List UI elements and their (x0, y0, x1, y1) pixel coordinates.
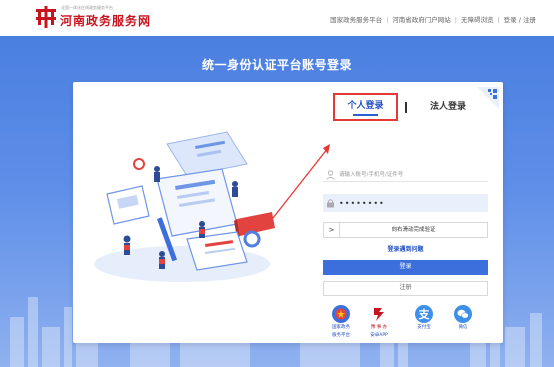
register-button[interactable]: 注册 (323, 281, 488, 296)
svg-text:支: 支 (418, 307, 431, 321)
alt-login-label: 豫 事 办 (370, 325, 388, 330)
slide-verification[interactable]: > 向右滑动完成验证 (323, 222, 488, 238)
nav-separator: | (386, 16, 389, 24)
nav-separator: | (497, 16, 500, 24)
login-trouble-link[interactable]: 登录遇到问题 (323, 244, 488, 253)
slider-hint: 向右滑动完成验证 (391, 227, 436, 233)
password-row (323, 194, 488, 212)
qr-code-icon[interactable] (477, 87, 499, 109)
nav-national-platform[interactable]: 国家政务服务平台 (330, 16, 382, 24)
password-input[interactable] (339, 194, 484, 212)
login-illustration (94, 131, 275, 282)
login-card: 个人登录 法人登录 > 向右滑动完成验证 登录遇到问题 登录 注册 (73, 82, 503, 343)
nav-separator: | (454, 16, 457, 24)
alt-login-label: 安卓APP (370, 333, 388, 338)
alt-login-national-platform[interactable]: 国家政务 服务平台 (325, 305, 357, 339)
brand-subtitle: 全国一体化在线政务服务平台 (61, 5, 113, 10)
alt-login-label: 微信 (458, 325, 468, 330)
alt-login-label: 支付宝 (417, 325, 431, 330)
tab-legal-login[interactable]: 法人登录 (423, 97, 473, 117)
alt-login-yushiban[interactable]: 豫 事 办 安卓APP (363, 305, 395, 339)
nav-login-register[interactable]: 登录 / 注册 (504, 16, 536, 24)
brand-title[interactable]: 河南政务服务网 (60, 12, 151, 29)
site-header: 全国一体化在线政务服务平台 河南政务服务网 国家政务服务平台 | 河南省政府门户网站… (0, 0, 554, 36)
alipay-icon: 支 (415, 305, 433, 323)
lock-icon (327, 199, 334, 208)
tab-divider (405, 102, 407, 113)
tab-personal-login[interactable]: 个人登录 (333, 93, 398, 121)
slider-handle-chevron-right-icon[interactable]: > (324, 223, 340, 237)
alt-login-label: 国家政务 (332, 325, 350, 330)
alt-login-alipay[interactable]: 支 支付宝 (408, 305, 440, 331)
login-banner: 统一身份认证平台账号登录 个人登录 法人登录 请输入账号/手机号/证件号 •••… (0, 36, 554, 367)
login-button[interactable]: 登录 (323, 260, 488, 275)
nav-accessibility[interactable]: 无障碍浏览 (461, 16, 494, 24)
site-logo-icon[interactable] (36, 6, 56, 28)
top-nav: 国家政务服务平台 | 河南省政府门户网站 | 无障碍浏览 | 登录 / 注册 (330, 14, 536, 24)
alt-login-label: 服务平台 (332, 333, 350, 338)
national-emblem-icon (332, 305, 350, 323)
account-input[interactable] (339, 168, 484, 182)
user-icon (326, 170, 335, 180)
wechat-icon (454, 305, 472, 323)
yushiban-icon (374, 308, 384, 321)
alt-login-wechat[interactable]: 微信 (447, 305, 479, 331)
page-title: 统一身份认证平台账号登录 (201, 58, 352, 72)
account-row (323, 168, 488, 182)
nav-province-portal[interactable]: 河南省政府门户网站 (392, 16, 451, 24)
